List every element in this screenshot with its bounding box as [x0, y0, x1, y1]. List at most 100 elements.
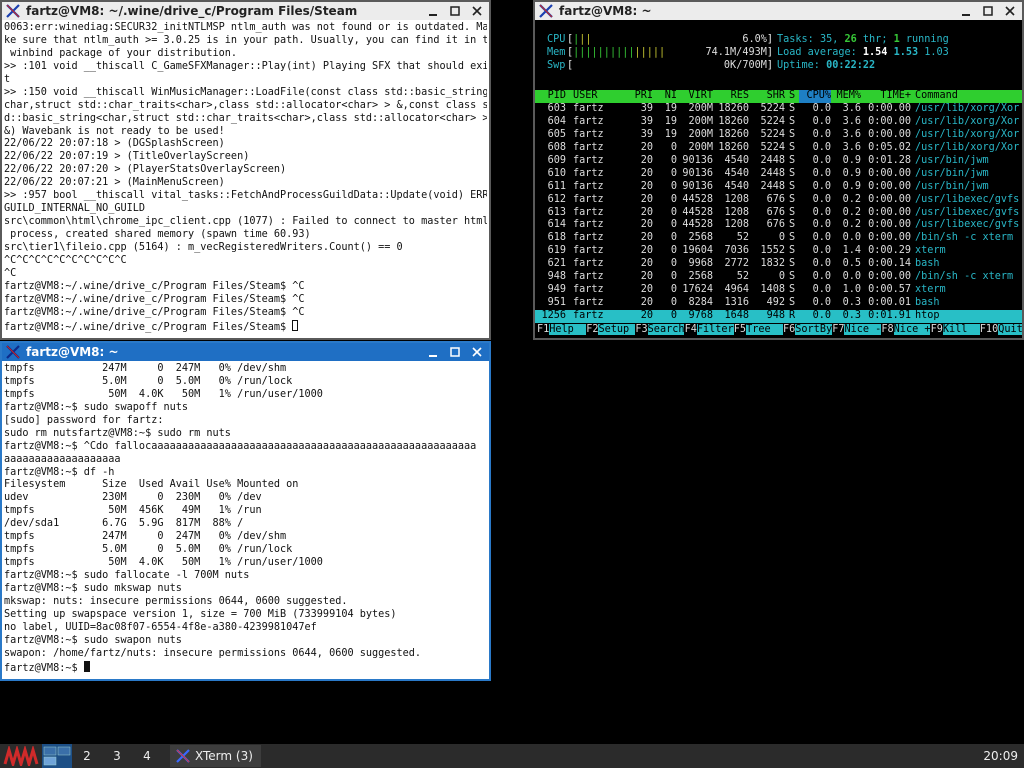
process-row[interactable]: 619 fartz 20 0 19604 7036 1552 S 0.0 1.4 0:00.29 xt…: [535, 245, 1022, 258]
fkey-f10[interactable]: F10Quit: [979, 324, 1022, 337]
workspace-3-button[interactable]: 3: [102, 744, 132, 768]
process-row[interactable]: 605 fartz 39 19 200M 18260 5224 S 0.0 3.6 0:00.00 /…: [535, 129, 1022, 142]
process-row[interactable]: 614 fartz 20 0 44528 1208 676 S 0.0 0.2 0:00.00/us…: [535, 219, 1022, 232]
column-header-s[interactable]: S: [789, 90, 797, 103]
process-cell: S: [789, 232, 796, 244]
home-terminal-titlebar[interactable]: fartz@VM8: ~: [2, 343, 489, 361]
fkey-key: F9: [930, 324, 943, 335]
process-cell: 20: [640, 245, 653, 257]
column-header-res[interactable]: RES: [715, 90, 749, 103]
workspace-1-button[interactable]: [42, 744, 72, 768]
steam-terminal-titlebar[interactable]: fartz@VM8: ~/.wine/drive_c/Program Files…: [2, 2, 489, 20]
process-row[interactable]: 604 fartz 39 19 200M 18260 5224 S 0.0 3.6 0:00.00 /…: [535, 116, 1022, 129]
process-row[interactable]: 621 fartz 20 0 9968 2772 1832 S 0.0 0.5 0:00.14 bas…: [535, 258, 1022, 271]
column-header-shr[interactable]: SHR: [753, 90, 785, 103]
process-cell: 0:00.01: [868, 297, 911, 309]
fkey-f3[interactable]: F3Search: [635, 324, 685, 337]
process-row[interactable]: 608 fartz 20 0 200M 18260 5224 S 0.0 3.6 0:05.02/u…: [535, 142, 1022, 155]
process-cell: S: [789, 258, 796, 270]
process-cell: 618: [547, 232, 566, 244]
process-cell: 492: [766, 297, 785, 309]
close-button[interactable]: [469, 345, 485, 359]
start-menu-button[interactable]: [0, 744, 42, 768]
column-header-time[interactable]: TIME+: [865, 90, 911, 103]
process-list[interactable]: 603 fartz 39 19 200M 18260 5224 S 0.0 3.6 0:00.00 /…: [535, 103, 1022, 323]
process-cell: 0.0: [812, 167, 831, 179]
htop-terminal-titlebar[interactable]: fartz@VM8: ~: [535, 2, 1022, 20]
process-cell: 605: [547, 128, 566, 140]
fkey-f5[interactable]: F5Tree: [733, 324, 783, 337]
workspace-4-button[interactable]: 4: [132, 744, 162, 768]
process-cell: /usr/lib/xorg/Xor: [915, 103, 1020, 114]
fkey-f7[interactable]: F7Nice -: [832, 324, 882, 337]
column-header-command[interactable]: Command: [915, 90, 1022, 103]
function-key-bar[interactable]: F1Help F2Setup F3Search F4Filter F5Tree F6…: [535, 324, 1022, 337]
column-header-cpu[interactable]: CPU%: [799, 90, 831, 103]
terminal-line: fartz@VM8:~$ df -h: [4, 466, 115, 478]
process-row[interactable]: 1256 fartz 20 0 9768 1648 948 R 0.0 0.3 0:01.91 hto…: [535, 310, 1022, 323]
maximize-button[interactable]: [447, 4, 463, 18]
maximize-button[interactable]: [447, 345, 463, 359]
home-terminal-window[interactable]: fartz@VM8: ~ tmpfs 247M 0 247M 0% /dev/s…: [0, 341, 491, 681]
column-header-virt[interactable]: VIRT: [681, 90, 713, 103]
process-cell: 39: [640, 115, 653, 127]
column-header-pid[interactable]: PID: [538, 90, 566, 103]
terminal-output[interactable]: tmpfs 247M 0 247M 0% /dev/shm tmpfs 5.0M …: [4, 363, 487, 677]
process-row[interactable]: 610 fartz 20 0 90136 4540 2448 S 0.0 0.9 0:00.00/u…: [535, 168, 1022, 181]
terminal-line: fartz@VM8:~$ ^Cdo fallocaaaaaaaaaaaaaaaa…: [4, 440, 477, 452]
terminal-line: ^C: [4, 267, 17, 279]
fkey-f6[interactable]: F6SortBy: [783, 324, 833, 337]
process-row[interactable]: 603 fartz 39 19 200M 18260 5224 S 0.0 3.6 0:00.00 /…: [535, 103, 1022, 116]
process-cell: /usr/lib/xorg/Xor: [915, 141, 1020, 153]
column-header-user[interactable]: USER: [573, 90, 613, 103]
process-row[interactable]: 948 fartz 20 0 2568 52 0 S 0.0 0.0 0:00.00/bin/sh …: [535, 271, 1022, 284]
xterm-icon: [539, 4, 553, 18]
process-row[interactable]: 612 fartz 20 0 44528 1208 676 S 0.0 0.2 0:00.00/us…: [535, 194, 1022, 207]
process-row[interactable]: 618 fartz 20 0 2568 52 0 S 0.0 0.0 0:00.00/bin/sh …: [535, 232, 1022, 245]
process-cell: 0:00.00: [868, 180, 911, 192]
process-table-header[interactable]: PID USER PRI NI VIRT RES SHR S CPU% MEM% TIME+ Comm…: [535, 90, 1022, 103]
terminal-output[interactable]: 0063:err:winediag:SECUR32_initNTLMSP ntl…: [4, 22, 487, 336]
fkey-f9[interactable]: F9Kill: [930, 324, 980, 337]
process-cell: /usr/bin/jwm: [915, 180, 989, 192]
htop-view[interactable]: CPU[| || 6.0%] Mem[|||||||||| ||||| 74.1M/493…: [535, 20, 1022, 338]
clock[interactable]: 20:09: [983, 749, 1018, 763]
process-cell: 0: [670, 167, 677, 179]
process-cell: 20: [640, 284, 653, 296]
maximize-button[interactable]: [980, 4, 996, 18]
close-button[interactable]: [469, 4, 485, 18]
process-row[interactable]: 949 fartz 20 0 17624 4964 1408 S 0.0 1.0 0:00.57 xt…: [535, 284, 1022, 297]
taskbar-xterm-group[interactable]: XTerm (3): [170, 745, 261, 767]
process-cell: 0.0: [812, 103, 831, 114]
minimize-button[interactable]: [425, 345, 441, 359]
htop-terminal-window[interactable]: fartz@VM8: ~ CPU[| || 6.0%] Mem[|||||||||| |…: [533, 0, 1024, 340]
minimize-button[interactable]: [958, 4, 974, 18]
meter-bar: | || 6.0%: [573, 34, 767, 47]
process-row[interactable]: 609 fartz 20 0 90136 4540 2448 S 0.0 0.9 0:01.28/u…: [535, 155, 1022, 168]
fkey-f2[interactable]: F2Setup: [586, 324, 636, 337]
process-cell: 0.2: [842, 206, 861, 218]
process-cell: 948: [547, 271, 566, 283]
fkey-f8[interactable]: F8Nice +: [881, 324, 931, 337]
meter-fill-yellow: ||: [579, 34, 592, 45]
process-row[interactable]: 611 fartz 20 0 90136 4540 2448 S 0.0 0.9 0:00.00/u…: [535, 181, 1022, 194]
column-header-ni[interactable]: NI: [655, 90, 677, 103]
column-header-pri[interactable]: PRI: [627, 90, 653, 103]
minimize-button[interactable]: [425, 4, 441, 18]
process-row[interactable]: 613 fartz 20 0 44528 1208 676 S 0.0 0.2 0:00.00/us…: [535, 207, 1022, 220]
terminal-line: 22/06/22 20:07:19 > (TitleOverlayScreen): [4, 151, 250, 163]
steam-terminal-window[interactable]: fartz@VM8: ~/.wine/drive_c/Program Files…: [0, 0, 491, 340]
process-cell: 0:00.00: [868, 103, 911, 114]
column-header-mem[interactable]: MEM%: [833, 90, 861, 103]
process-cell: 0:00.29: [868, 245, 911, 257]
process-cell: 608: [547, 141, 566, 153]
process-cell: 0:00.00: [868, 193, 911, 205]
process-cell: fartz: [573, 258, 604, 270]
workspace-2-button[interactable]: 2: [72, 744, 102, 768]
fkey-f1[interactable]: F1Help: [537, 324, 587, 337]
close-button[interactable]: [1002, 4, 1018, 18]
fkey-f4[interactable]: F4Filter: [684, 324, 734, 337]
fkey-label: SortBy: [795, 324, 833, 335]
terminal-line: tmpfs 50M 456K 49M 1% /run: [4, 505, 262, 517]
process-row[interactable]: 951 fartz 20 0 8284 1316 492 S 0.0 0.3 0:00.01 bash: [535, 297, 1022, 310]
